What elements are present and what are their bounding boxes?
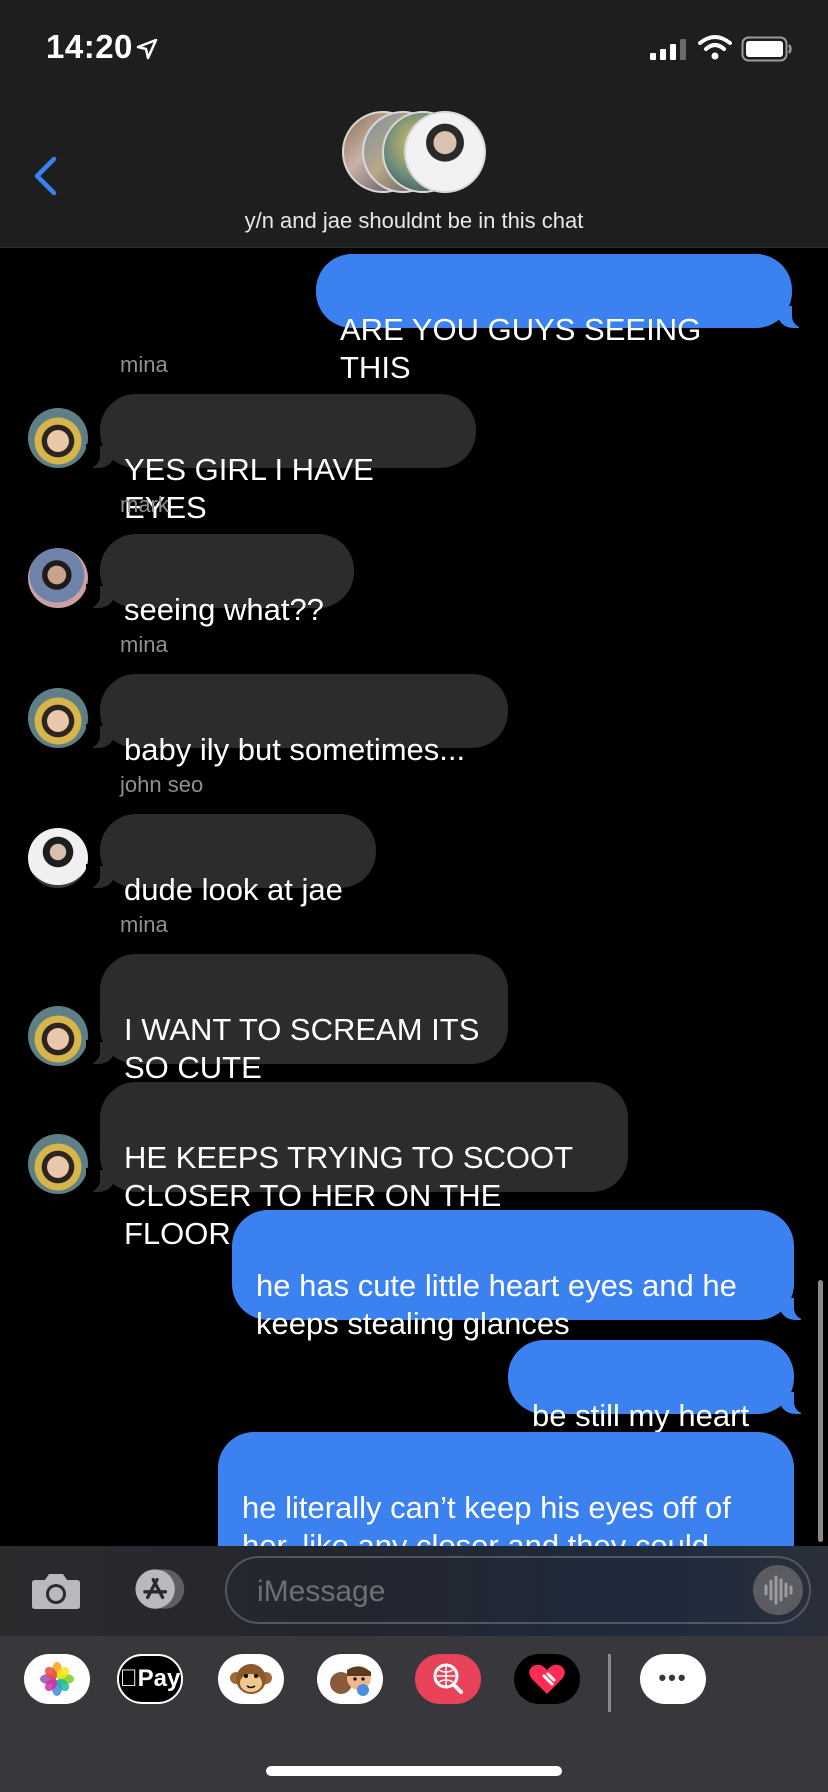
- audio-message-button[interactable]: [753, 1565, 803, 1615]
- sender-name: mina: [120, 912, 168, 937]
- app-store-icon[interactable]: [127, 1566, 187, 1612]
- wifi-icon: [698, 35, 732, 60]
- heart-touch-icon: [529, 1664, 565, 1694]
- outgoing-message-bubble[interactable]: he literally can’t keep his eyes off of …: [218, 1432, 794, 1546]
- camera-icon[interactable]: [30, 1568, 82, 1612]
- incoming-message-bubble[interactable]: I WANT TO SCREAM ITS SO CUTE: [86, 954, 508, 1085]
- message-text: he has cute little heart eyes and he kee…: [256, 1268, 737, 1341]
- message-list[interactable]: ARE YOU GUYS SEEING THIS mina YES GIRL I…: [0, 248, 828, 1546]
- digital-touch-app-icon[interactable]: [514, 1654, 580, 1704]
- monkey-icon: [230, 1664, 272, 1694]
- drawer-divider: [608, 1654, 611, 1712]
- memoji-app-icon[interactable]: [317, 1654, 383, 1704]
- photos-flower-icon: [40, 1662, 74, 1696]
- waveform-icon: [764, 1575, 793, 1605]
- avatar-mina: [28, 1006, 88, 1066]
- cellular-signal-icon: [650, 39, 686, 60]
- message-text: be still my heart: [532, 1398, 750, 1433]
- avatar-mina: [28, 408, 88, 468]
- back-chevron-icon[interactable]: [32, 156, 58, 196]
- incoming-message-bubble[interactable]: seeing what??: [86, 534, 354, 627]
- location-arrow-icon: [136, 38, 158, 60]
- chat-header: 14:20 y/n and jae shouldnt be in this ch…: [0, 0, 828, 248]
- scroll-indicator[interactable]: [818, 1280, 823, 1542]
- incoming-message-bubble[interactable]: dude look at jae: [86, 814, 376, 907]
- animoji-app-icon[interactable]: [218, 1654, 284, 1704]
- message-text: seeing what??: [124, 592, 324, 627]
- outgoing-message-bubble[interactable]: he has cute little heart eyes and he kee…: [232, 1210, 808, 1341]
- status-time: 14:20: [46, 28, 133, 65]
- memoji-faces-icon: [330, 1666, 371, 1696]
- incoming-message-bubble[interactable]: YES GIRL I HAVE EYES: [86, 394, 476, 525]
- message-text: he literally can’t keep his eyes off of …: [242, 1490, 731, 1546]
- sender-name: john seo: [120, 772, 204, 797]
- incoming-message-bubble[interactable]: baby ily but sometimes...: [86, 674, 508, 767]
- home-indicator[interactable]: [266, 1766, 562, 1776]
- group-name: y/n and jae shouldnt be in this chat: [244, 208, 584, 233]
- avatar-mina: [28, 1134, 88, 1194]
- message-text: ARE YOU GUYS SEEING THIS: [340, 312, 702, 385]
- avatar-mark: [28, 548, 88, 608]
- avatar-mina: [28, 688, 88, 748]
- photos-app-icon[interactable]: [24, 1654, 90, 1704]
- outgoing-message-bubble[interactable]: be still my heart: [508, 1340, 808, 1433]
- battery-icon: [741, 36, 792, 62]
- search-images-app-icon[interactable]: [415, 1654, 481, 1704]
- apple-pay-label: Pay: [120, 1665, 181, 1692]
- apple-pay-app-icon[interactable]: Pay: [117, 1654, 183, 1704]
- magnifier-globe-icon: [433, 1663, 463, 1694]
- sender-name: mina: [120, 632, 168, 657]
- more-apps-button[interactable]: •••: [640, 1654, 706, 1704]
- sender-name: mina: [120, 352, 168, 377]
- compose-bar: iMessage: [0, 1546, 828, 1636]
- message-text: I WANT TO SCREAM ITS SO CUTE: [124, 1012, 480, 1085]
- message-input-placeholder: iMessage: [257, 1575, 386, 1608]
- group-member-avatar: [404, 111, 486, 193]
- group-avatar-stack[interactable]: [340, 111, 490, 197]
- sender-name: mark: [120, 492, 169, 517]
- message-text: baby ily but sometimes...: [124, 732, 466, 767]
- outgoing-message-bubble[interactable]: ARE YOU GUYS SEEING THIS: [316, 254, 806, 385]
- message-text: dude look at jae: [124, 872, 343, 907]
- more-icon: •••: [658, 1665, 688, 1690]
- message-input[interactable]: iMessage: [225, 1556, 811, 1624]
- incoming-message-bubble[interactable]: HE KEEPS TRYING TO SCOOT CLOSER TO HER O…: [86, 1082, 628, 1251]
- avatar-john-seo: [28, 828, 88, 888]
